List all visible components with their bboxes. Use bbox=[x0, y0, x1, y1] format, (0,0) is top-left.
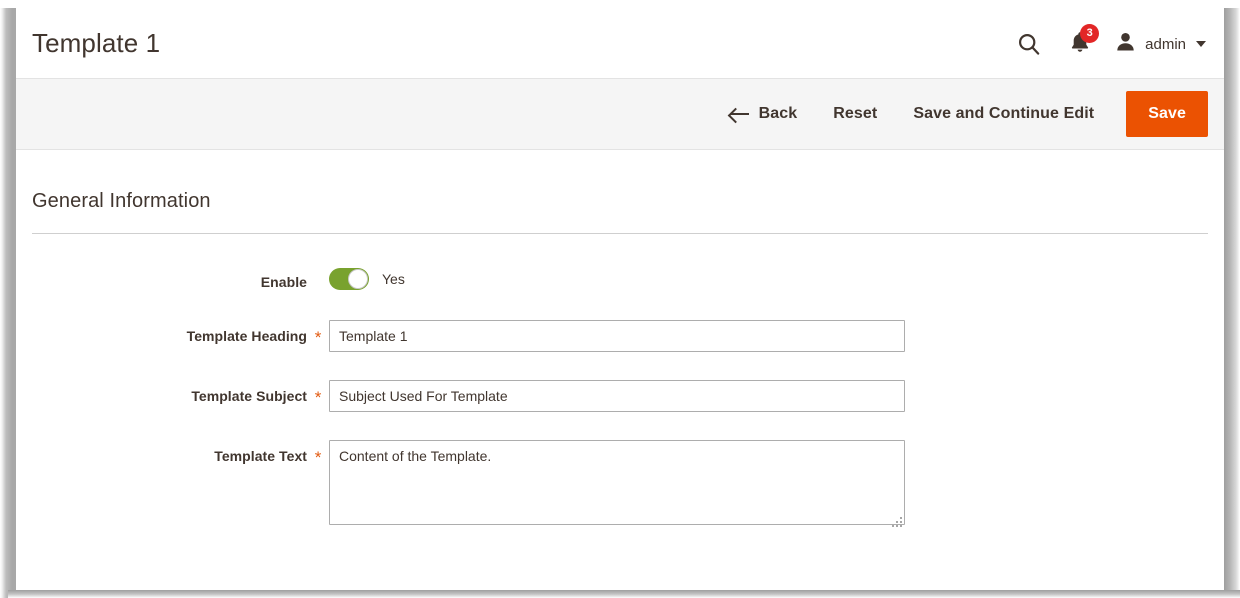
required-marker-template-heading: * bbox=[314, 328, 322, 347]
label-template-text: Template Text bbox=[214, 448, 307, 464]
search-button[interactable] bbox=[1003, 26, 1055, 62]
page-actions-toolbar: Back Reset Save and Continue Edit Save bbox=[16, 78, 1224, 150]
bell-wrap: 3 bbox=[1069, 23, 1100, 59]
admin-page: Template 1 3 admin Back Reset Save and C… bbox=[16, 8, 1224, 590]
required-marker-template-text: * bbox=[314, 448, 322, 467]
field-row-template-subject: Template Subject * bbox=[32, 380, 1208, 412]
template-text-wrap bbox=[329, 440, 905, 530]
general-information-form: Enable * Yes Template Heading * bbox=[32, 234, 1208, 530]
template-heading-input[interactable] bbox=[329, 320, 905, 352]
save-button[interactable]: Save bbox=[1126, 91, 1208, 137]
arrow-left-icon bbox=[729, 107, 749, 121]
control-template-text bbox=[329, 440, 1208, 530]
required-marker-enable: * bbox=[307, 266, 329, 292]
page-title: Template 1 bbox=[32, 27, 161, 58]
frame-right-shadow bbox=[1224, 8, 1240, 598]
enable-toggle-label: Yes bbox=[382, 271, 405, 287]
label-template-heading: Template Heading bbox=[186, 328, 307, 344]
user-avatar-icon bbox=[1115, 31, 1136, 58]
page-header: Template 1 3 admin bbox=[16, 8, 1224, 78]
required-marker-template-subject: * bbox=[314, 388, 322, 407]
control-template-subject bbox=[329, 380, 1208, 412]
admin-username: admin bbox=[1145, 35, 1186, 53]
back-button-label: Back bbox=[758, 105, 798, 122]
header-actions: 3 admin bbox=[1003, 23, 1210, 62]
enable-toggle-row: Yes bbox=[329, 266, 1208, 290]
frame-top-edge bbox=[0, 0, 1240, 8]
reset-button-label: Reset bbox=[833, 105, 878, 122]
field-row-template-heading: Template Heading * bbox=[32, 320, 1208, 352]
control-enable: Yes bbox=[329, 266, 1208, 290]
search-icon bbox=[1017, 32, 1041, 56]
save-and-continue-edit-button[interactable]: Save and Continue Edit bbox=[895, 97, 1112, 131]
admin-menu-button[interactable]: admin bbox=[1105, 31, 1210, 58]
field-row-template-text: Template Text * bbox=[32, 440, 1208, 530]
section-title-general-information: General Information bbox=[32, 150, 1208, 234]
notification-count-badge: 3 bbox=[1080, 23, 1100, 43]
template-text-textarea[interactable] bbox=[329, 440, 905, 525]
control-template-heading bbox=[329, 320, 1208, 352]
label-template-subject: Template Subject bbox=[191, 388, 307, 404]
label-enable: Enable bbox=[260, 274, 307, 290]
frame-bottom-shadow bbox=[8, 590, 1240, 598]
reset-button[interactable]: Reset bbox=[815, 97, 895, 131]
save-and-continue-edit-label: Save and Continue Edit bbox=[913, 105, 1095, 122]
toggle-knob bbox=[348, 269, 368, 289]
chevron-down-icon bbox=[1196, 41, 1206, 47]
back-button[interactable]: Back bbox=[716, 97, 816, 131]
template-subject-input[interactable] bbox=[329, 380, 905, 412]
notifications-button[interactable]: 3 bbox=[1055, 23, 1105, 62]
enable-toggle[interactable] bbox=[329, 268, 369, 290]
page-content: General Information Enable * Yes Templat bbox=[16, 150, 1224, 530]
field-row-enable: Enable * Yes bbox=[32, 266, 1208, 292]
